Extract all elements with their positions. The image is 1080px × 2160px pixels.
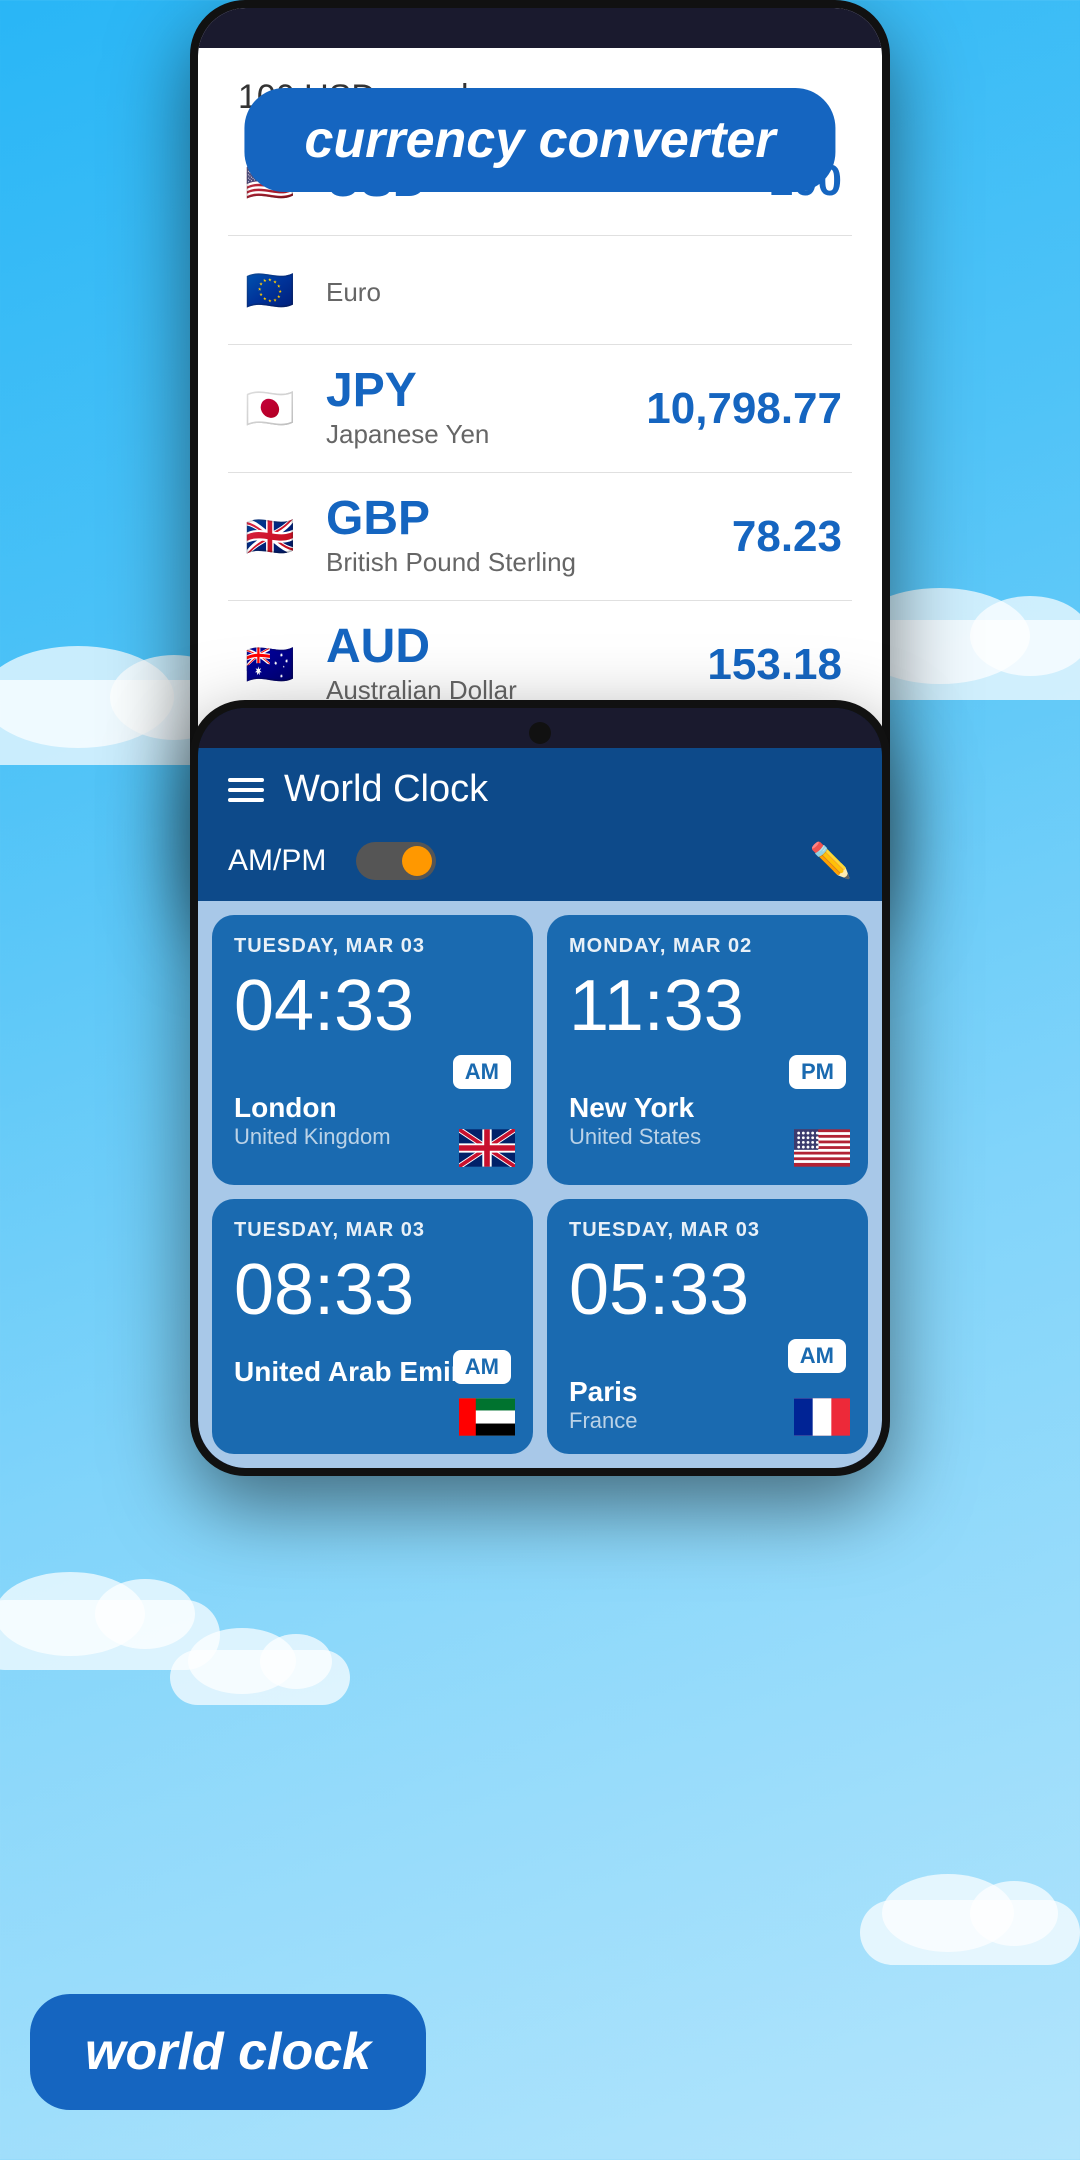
- app-title: World Clock: [284, 768, 852, 811]
- currency-name-jpy: Japanese Yen: [326, 419, 646, 450]
- clock-card-london: TUESDAY, MAR 03 04:33 AM London United K…: [212, 915, 533, 1185]
- currency-amount-aud: 153.18: [707, 640, 842, 690]
- clock-date-newyork: MONDAY, MAR 02: [569, 935, 846, 958]
- currency-code-jpy: JPY: [326, 367, 646, 415]
- sub-bar: AM/PM ✏️: [198, 831, 882, 901]
- city-name-newyork: New York: [569, 1092, 846, 1124]
- world-clock-screen: World Clock AM/PM ✏️ TUESDAY, MAR 03 04:…: [198, 708, 882, 1468]
- ampm-toggle[interactable]: [356, 842, 436, 880]
- clock-card-paris: TUESDAY, MAR 03 05:33 AM Paris France: [547, 1199, 868, 1454]
- currency-name-eur: Euro: [326, 277, 842, 308]
- toggle-thumb: [402, 846, 432, 876]
- clock-card-newyork: MONDAY, MAR 02 11:33 PM New York United …: [547, 915, 868, 1185]
- clock-time-newyork: 11:33: [569, 970, 846, 1042]
- flag-uk-icon: [459, 1129, 515, 1167]
- world-clock-phone: World Clock AM/PM ✏️ TUESDAY, MAR 03 04:…: [190, 700, 890, 1476]
- world-clock-badge: world clock: [30, 1994, 426, 2110]
- hamburger-menu-button[interactable]: [228, 778, 264, 802]
- clock-grid: TUESDAY, MAR 03 04:33 AM London United K…: [198, 901, 882, 1468]
- currency-info-aud: AUD Australian Dollar: [326, 623, 707, 706]
- ampm-label: AM/PM: [228, 844, 326, 878]
- clock-card-uae: TUESDAY, MAR 03 08:33 AM United Arab Emi…: [212, 1199, 533, 1454]
- table-row: 🇯🇵 JPY Japanese Yen 10,798.77: [228, 345, 852, 473]
- currency-badge-label: currency converter: [304, 111, 775, 169]
- ampm-badge-paris: AM: [788, 1339, 846, 1373]
- flag-jpy: 🇯🇵: [238, 377, 302, 441]
- table-row: 🇬🇧 GBP British Pound Sterling 78.23: [228, 473, 852, 601]
- ampm-badge-uae: AM: [453, 1350, 511, 1384]
- flag-fr-icon: [794, 1398, 850, 1436]
- world-clock-badge-label: world clock: [85, 2023, 371, 2081]
- edit-icon[interactable]: ✏️: [810, 841, 852, 881]
- flag-eur: 🇪🇺: [238, 258, 302, 322]
- app-bar: World Clock: [198, 748, 882, 831]
- currency-info-jpy: JPY Japanese Yen: [326, 367, 646, 450]
- currency-code-gbp: GBP: [326, 495, 732, 543]
- clock-time-paris: 05:33: [569, 1254, 846, 1326]
- flag-us-icon: [794, 1129, 850, 1167]
- flag-ae-icon: [459, 1398, 515, 1436]
- ampm-badge-london: AM: [453, 1055, 511, 1089]
- clock-date-paris: TUESDAY, MAR 03: [569, 1219, 846, 1242]
- flag-gbp: 🇬🇧: [238, 505, 302, 569]
- clock-time-london: 04:33: [234, 970, 511, 1042]
- currency-badge: currency converter: [244, 88, 835, 192]
- flag-aud: 🇦🇺: [238, 633, 302, 697]
- clock-time-uae: 08:33: [234, 1254, 511, 1326]
- clock-date-uae: TUESDAY, MAR 03: [234, 1219, 511, 1242]
- notch-dot: [529, 722, 551, 744]
- currency-name-gbp: British Pound Sterling: [326, 547, 732, 578]
- currency-info-eur: Euro: [326, 273, 842, 308]
- clock-date-london: TUESDAY, MAR 03: [234, 935, 511, 958]
- currency-amount-jpy: 10,798.77: [646, 384, 842, 434]
- city-name-london: London: [234, 1092, 511, 1124]
- notch: [198, 708, 882, 748]
- currency-code-aud: AUD: [326, 623, 707, 671]
- currency-amount-gbp: 78.23: [732, 512, 842, 562]
- table-row: 🇪🇺 Euro: [228, 236, 852, 345]
- currency-info-gbp: GBP British Pound Sterling: [326, 495, 732, 578]
- ampm-badge-newyork: PM: [789, 1055, 846, 1089]
